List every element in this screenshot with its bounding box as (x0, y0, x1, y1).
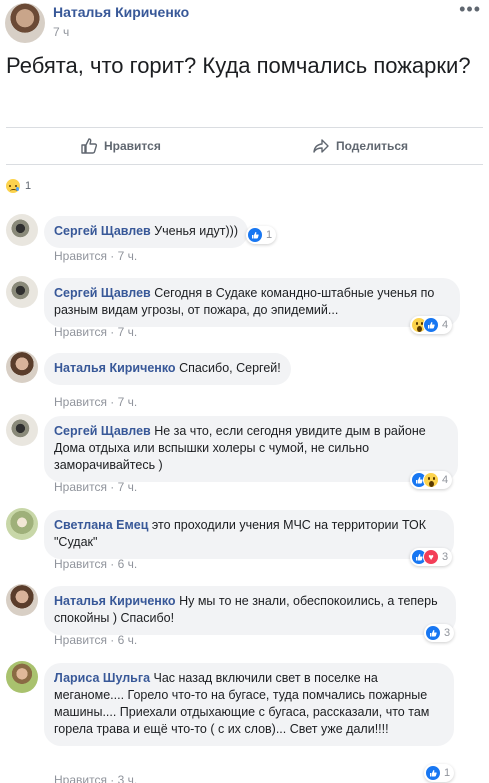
comment-meta: Нравится · 7 ч. (54, 249, 138, 263)
comment-author[interactable]: Наталья Кириченко (54, 361, 176, 375)
comment-meta: Нравится · 7 ч. (54, 395, 138, 409)
post-action-bar: Нравится Поделиться (6, 127, 483, 165)
comment-author[interactable]: Сергей Щавлев (54, 424, 151, 438)
avatar[interactable] (6, 661, 38, 693)
reaction-count: 1 (25, 180, 32, 192)
reaction-count: 3 (444, 627, 451, 639)
comment-time[interactable]: 6 ч. (118, 557, 138, 571)
like-label: Нравится (104, 139, 161, 153)
heart-reaction-icon: ♥ (423, 549, 439, 565)
comment-meta: Нравится · 7 ч. (54, 325, 138, 339)
comment-author[interactable]: Наталья Кириченко (54, 594, 176, 608)
post-text: Ребята, что горит? Куда помчались пожарк… (6, 53, 471, 78)
comment-like-link[interactable]: Нравится (54, 325, 107, 339)
more-dots-icon[interactable]: ••• (459, 0, 481, 18)
comment-reactions[interactable]: 1 (246, 226, 277, 244)
comment-text: Спасибо, Сергей! (179, 361, 281, 375)
reaction-count: 4 (442, 474, 449, 486)
avatar[interactable] (6, 584, 38, 616)
comment-like-link[interactable]: Нравится (54, 633, 107, 647)
avatar[interactable] (6, 508, 38, 540)
share-label: Поделиться (336, 139, 409, 153)
reaction-count: 3 (442, 551, 449, 563)
like-badge-icon (425, 765, 441, 781)
author-avatar[interactable] (5, 3, 45, 43)
like-button[interactable]: Нравится (80, 137, 161, 155)
comment-reactions[interactable]: 1 (424, 764, 455, 782)
share-button[interactable]: Поделиться (312, 137, 408, 155)
comment-reactions[interactable]: 4 (410, 471, 453, 489)
comment-bubble: Наталья Кириченко Спасибо, Сергей! (44, 353, 291, 385)
comment-bubble: Лариса Шульга Час назад включили свет в … (44, 663, 454, 746)
post-reaction-summary[interactable]: 1 (5, 178, 31, 194)
comment-bubble: Сергей Щавлев Сегодня в Судаке командно-… (44, 278, 460, 327)
comment-like-link[interactable]: Нравится (54, 557, 107, 571)
like-badge-icon (247, 227, 263, 243)
post-author[interactable]: Наталья Кириченко (53, 4, 189, 20)
avatar[interactable] (6, 276, 38, 308)
comment-bubble: Сергей Щавлев Ученья идут))) (44, 216, 249, 248)
comment-like-link[interactable]: Нравится (54, 395, 107, 409)
post-time[interactable]: 7 ч (53, 25, 69, 39)
comment-bubble: Светлана Емец это проходили учения МЧС н… (44, 510, 454, 559)
comment-reactions[interactable]: ♥ 3 (410, 548, 453, 566)
wow-reaction-icon (423, 472, 439, 488)
like-badge-icon (425, 625, 441, 641)
comment-time[interactable]: 7 ч. (118, 325, 138, 339)
avatar[interactable] (6, 351, 38, 383)
comment-meta: Нравится · 6 ч. (54, 557, 138, 571)
comment-time[interactable]: 7 ч. (118, 249, 138, 263)
comment-meta: Нравится · 7 ч. (54, 480, 138, 494)
comment-bubble: Наталья Кириченко Ну мы то не знали, обе… (44, 586, 456, 635)
share-arrow-icon (313, 139, 329, 153)
reaction-count: 1 (444, 767, 451, 779)
comment-reactions[interactable]: 3 (424, 624, 455, 642)
comment-time[interactable]: 3 ч. (118, 773, 138, 783)
comment-time[interactable]: 7 ч. (118, 480, 138, 494)
avatar[interactable] (6, 214, 38, 246)
comment-meta: Нравится · 3 ч. (54, 773, 137, 783)
thumbs-up-icon (81, 138, 98, 154)
reaction-count: 4 (442, 319, 449, 331)
comment-author[interactable]: Сергей Щавлев (54, 224, 151, 238)
sad-reaction-icon (5, 178, 21, 194)
comment-like-link[interactable]: Нравится (54, 249, 107, 263)
like-badge-icon (423, 317, 439, 333)
comment-like-link[interactable]: Нравится (54, 480, 107, 494)
comment-time[interactable]: 6 ч. (118, 633, 138, 647)
comment-author[interactable]: Сергей Щавлев (54, 286, 151, 300)
comment-bubble: Сергей Щавлев Не за что, если сегодня ув… (44, 416, 458, 482)
comment-author[interactable]: Светлана Емец (54, 518, 148, 532)
comment-time[interactable]: 7 ч. (118, 395, 138, 409)
comment-meta: Нравится · 6 ч. (54, 633, 138, 647)
comment-reactions[interactable]: 4 (410, 316, 453, 334)
comment-author[interactable]: Лариса Шульга (54, 671, 150, 685)
reaction-count: 1 (266, 229, 273, 241)
comment-like-link[interactable]: Нравится (54, 773, 107, 783)
post-header: Наталья Кириченко 7 ч ••• (0, 0, 489, 44)
avatar[interactable] (6, 414, 38, 446)
comment-text: Ученья идут))) (154, 224, 239, 238)
